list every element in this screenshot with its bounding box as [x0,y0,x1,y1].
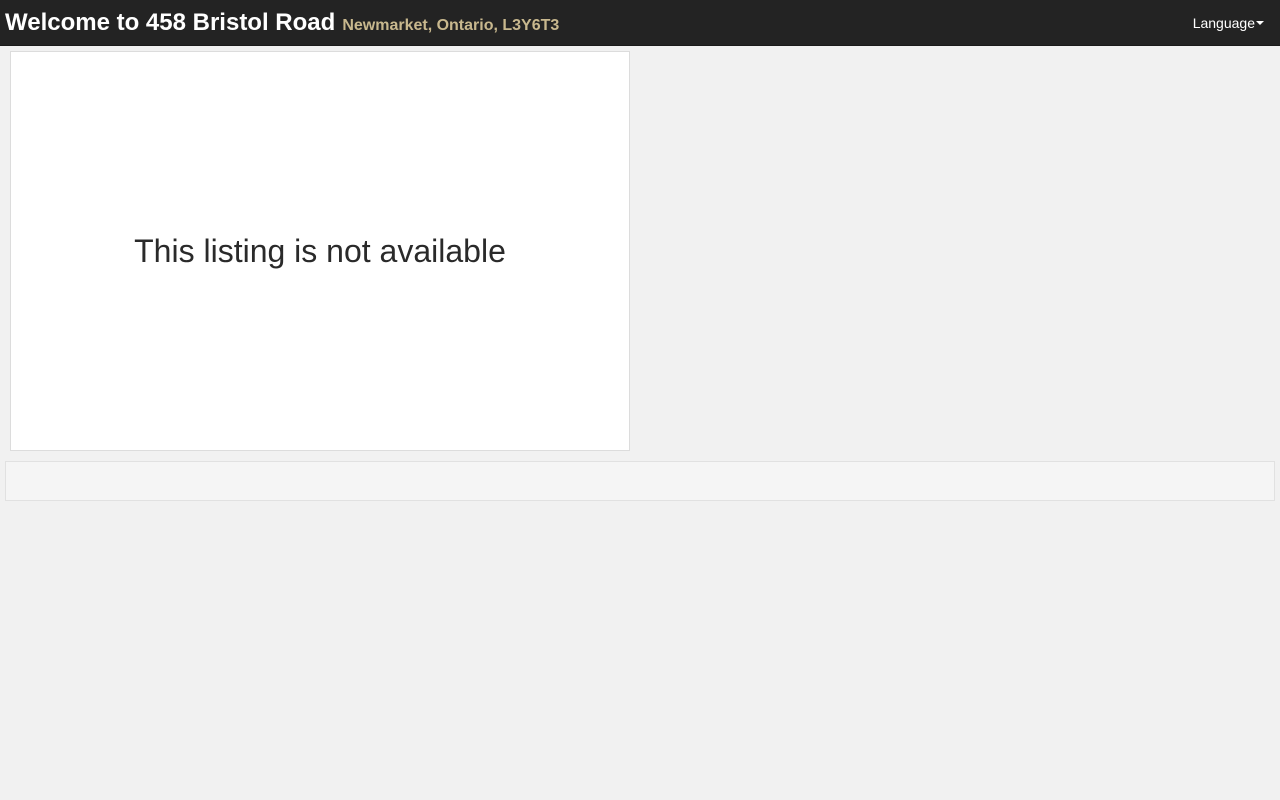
top-navbar: Welcome to 458 Bristol Road Newmarket, On… [0,0,1280,46]
page-title-text: Welcome to 458 Bristol Road [5,9,336,36]
empty-panel [5,461,1275,501]
language-dropdown[interactable]: Language [1193,15,1264,31]
caret-down-icon [1256,21,1264,26]
page-title: Welcome to 458 Bristol Road Newmarket, On… [5,9,559,40]
language-label: Language [1192,15,1255,31]
address-subtitle: Newmarket, Ontario, L3Y6T3 [342,17,560,34]
listing-card: This listing is not available [10,51,630,451]
listing-unavailable-message: This listing is not available [134,233,506,269]
